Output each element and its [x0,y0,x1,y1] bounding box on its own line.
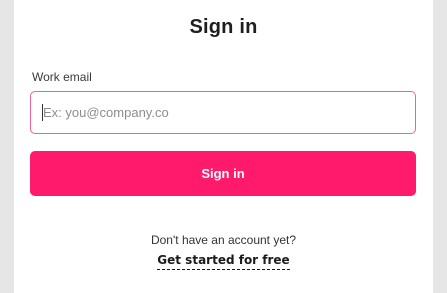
get-started-link[interactable]: Get started for free [157,253,290,270]
get-started-link-container: Get started for free [14,251,433,270]
page-title: Sign in [189,16,258,38]
sign-in-button[interactable]: Sign in [30,151,416,196]
sign-in-card: Sign in Work email Sign in Don't have an… [14,0,433,293]
no-account-prompt: Don't have an account yet? [150,233,297,247]
text-cursor [42,104,43,121]
work-email-label: Work email [32,70,92,84]
work-email-input[interactable] [30,91,416,134]
